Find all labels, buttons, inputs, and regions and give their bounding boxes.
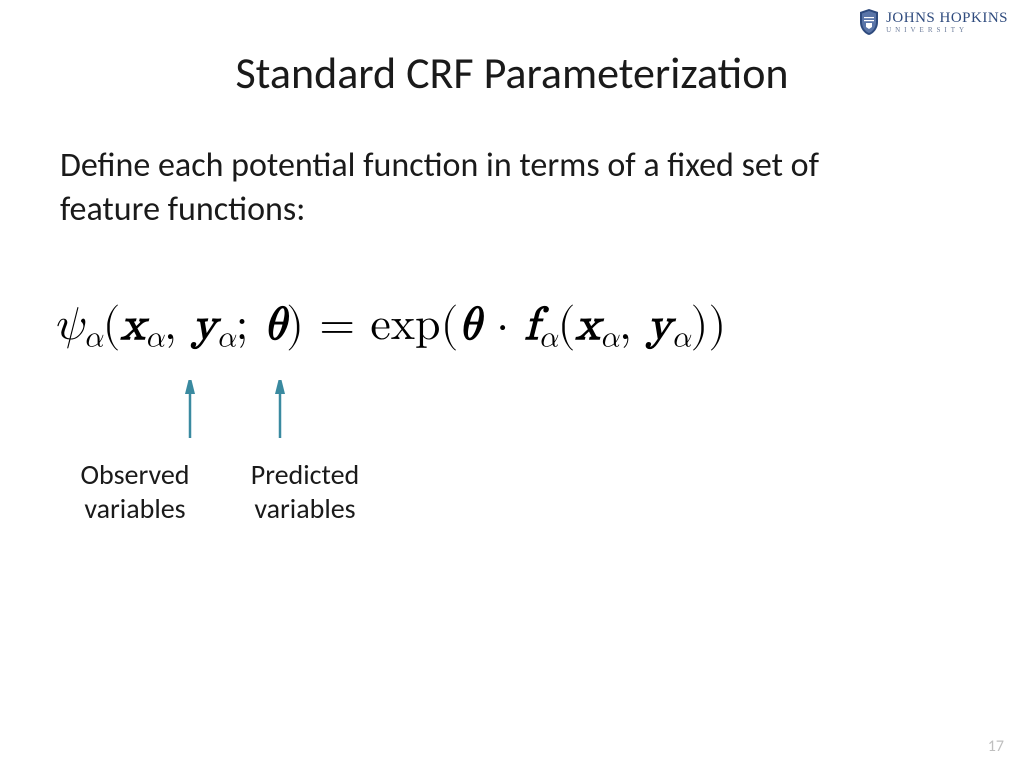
- arrow-observed: [180, 380, 200, 440]
- alpha-sub: α: [145, 322, 164, 352]
- logo-text: JOHNS HOPKINS UNIVERSITY: [886, 11, 1008, 34]
- label-predicted: Predicted variables: [230, 458, 380, 525]
- annotation-arrows: Observed variables Predicted variables: [60, 380, 460, 550]
- equals: =: [304, 302, 370, 348]
- alpha-sub: α: [84, 322, 103, 352]
- intro-text: Define each potential function in terms …: [60, 144, 904, 232]
- f-var: f: [524, 302, 538, 348]
- y-var: y: [647, 302, 671, 348]
- university-logo: JOHNS HOPKINS UNIVERSITY: [858, 8, 1008, 36]
- equation: ψα(xα, yα; θ) = exp(θ · fα(xα, yα)): [54, 298, 726, 355]
- alpha-sub: α: [600, 322, 619, 352]
- theta: θ: [459, 302, 481, 348]
- alpha-sub: α: [538, 322, 557, 352]
- alpha-sub: α: [671, 322, 690, 352]
- slide-title: Standard CRF Parameterization: [0, 46, 1024, 100]
- x-var: x: [576, 302, 600, 348]
- arrow-predicted: [270, 380, 290, 440]
- theta: θ: [264, 302, 286, 348]
- logo-name: JOHNS HOPKINS: [886, 11, 1008, 26]
- alpha-sub: α: [216, 322, 235, 352]
- x-var: x: [121, 302, 145, 348]
- page-number: 17: [988, 737, 1004, 756]
- logo-subtitle: UNIVERSITY: [886, 27, 1008, 34]
- y-var: y: [192, 302, 216, 348]
- exp: exp: [370, 302, 440, 348]
- label-observed: Observed variables: [60, 458, 210, 525]
- shield-icon: [858, 8, 880, 36]
- psi: ψ: [54, 302, 84, 348]
